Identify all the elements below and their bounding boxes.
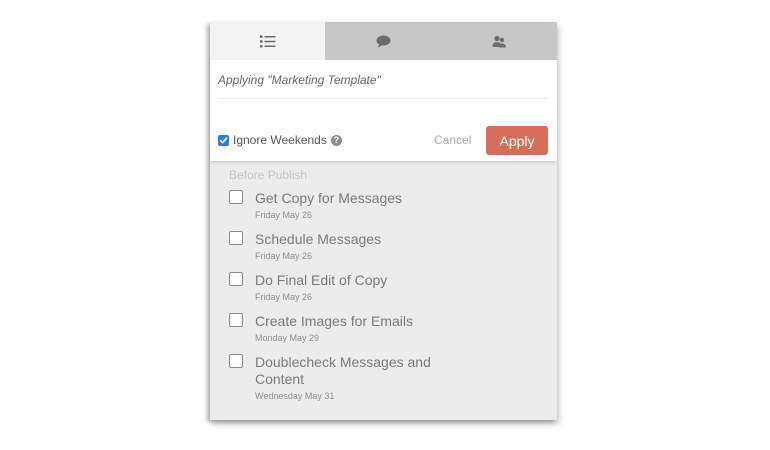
task-item: Get Copy for Messages Friday May 26 xyxy=(229,190,549,220)
task-list: Get Copy for Messages Friday May 26 Sche… xyxy=(229,190,549,412)
cancel-button[interactable]: Cancel xyxy=(434,133,471,147)
ignore-weekends-checkbox[interactable] xyxy=(218,134,229,146)
divider xyxy=(218,98,549,99)
task-title: Doublecheck Messages and Content xyxy=(255,354,431,387)
tab-bar xyxy=(210,22,557,60)
task-checkbox[interactable] xyxy=(229,313,243,327)
section-title: Before Publish xyxy=(229,168,308,182)
template-panel: Applying "Marketing Template" Ignore Wee… xyxy=(210,22,557,420)
ignore-weekends-row: Ignore Weekends ? xyxy=(218,132,342,148)
task-checkbox[interactable] xyxy=(229,272,243,286)
task-checkbox[interactable] xyxy=(229,231,243,245)
checkmark-icon xyxy=(219,136,228,143)
apply-template-box: Applying "Marketing Template" Ignore Wee… xyxy=(210,60,557,161)
tab-comments[interactable] xyxy=(325,22,441,60)
task-item: Doublecheck Messages and Content Wednesd… xyxy=(229,354,549,401)
apply-button[interactable]: Apply xyxy=(486,126,548,155)
task-date: Friday May 26 xyxy=(255,251,313,261)
task-item: Create Images for Emails Monday May 29 xyxy=(229,313,549,343)
chat-bubble-icon xyxy=(376,35,390,47)
task-title: Get Copy for Messages xyxy=(255,190,403,206)
tab-tasks[interactable] xyxy=(210,22,325,60)
task-title: Create Images for Emails xyxy=(255,313,413,329)
help-icon[interactable]: ? xyxy=(330,134,342,146)
task-title: Do Final Edit of Copy xyxy=(255,272,388,288)
tab-people[interactable] xyxy=(441,22,557,60)
task-date: Wednesday May 31 xyxy=(255,391,335,401)
ignore-weekends-label[interactable]: Ignore Weekends xyxy=(233,133,327,147)
task-item: Schedule Messages Friday May 26 xyxy=(229,231,549,261)
task-item: Do Final Edit of Copy Friday May 26 xyxy=(229,272,549,302)
task-checkbox[interactable] xyxy=(229,354,243,368)
task-date: Friday May 26 xyxy=(255,210,313,220)
task-title: Schedule Messages xyxy=(255,231,382,247)
people-icon xyxy=(492,35,506,47)
task-date: Friday May 26 xyxy=(255,292,313,302)
list-icon xyxy=(259,35,275,47)
task-checkbox[interactable] xyxy=(229,190,243,204)
applying-template-text: Applying "Marketing Template" xyxy=(218,73,381,87)
task-date: Monday May 29 xyxy=(255,333,320,343)
